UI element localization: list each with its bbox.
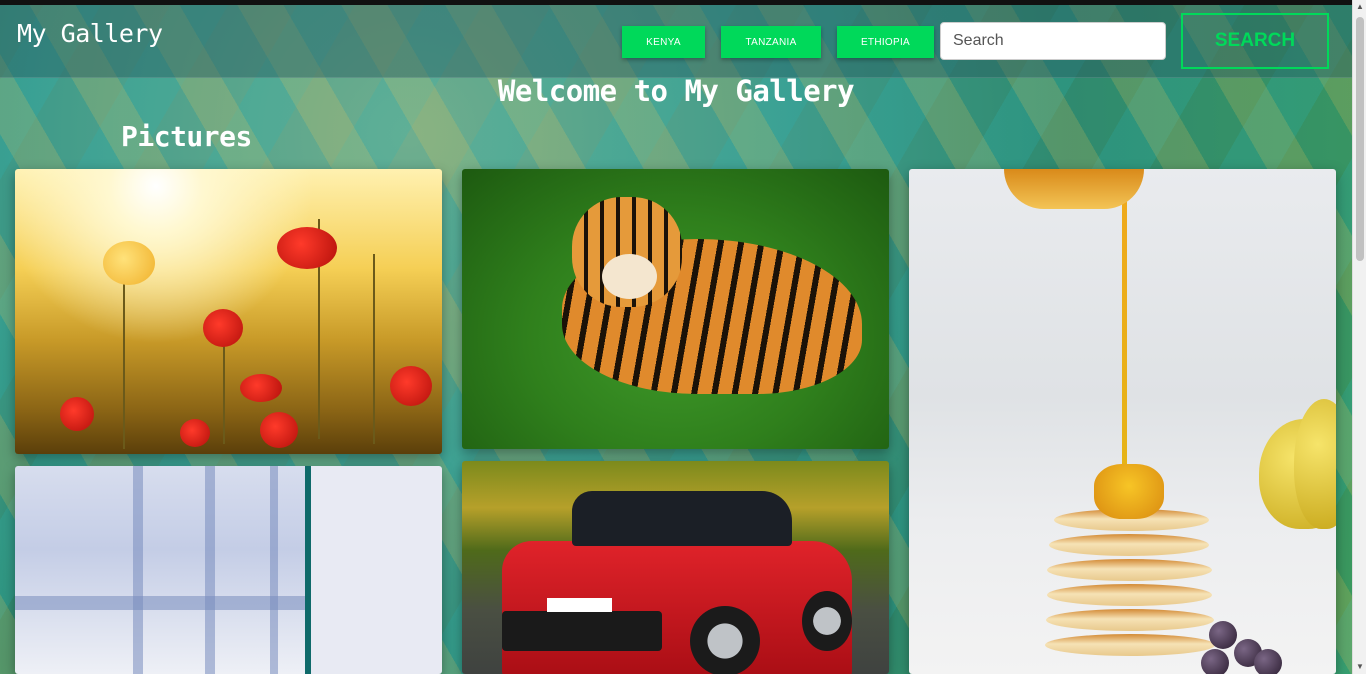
ethiopia-button[interactable]: ETHIOPIA (837, 26, 934, 58)
scroll-up-icon[interactable]: ▲ (1353, 0, 1366, 14)
search-input[interactable] (940, 22, 1166, 60)
brand-title[interactable]: My Gallery (17, 19, 163, 48)
scroll-down-icon[interactable]: ▼ (1353, 660, 1366, 674)
gallery-image-pancakes[interactable] (909, 169, 1336, 674)
gallery-image-window[interactable] (15, 466, 442, 674)
gallery-image-car[interactable] (462, 461, 889, 674)
scrollbar-thumb[interactable] (1356, 17, 1364, 261)
section-title: Pictures (121, 120, 252, 153)
gallery-image-poppies[interactable] (15, 169, 442, 454)
kenya-button[interactable]: KENYA (622, 26, 705, 58)
vertical-scrollbar[interactable]: ▲ ▼ (1352, 0, 1366, 674)
search-button[interactable]: SEARCH (1181, 13, 1329, 69)
page-title: Welcome to My Gallery (497, 74, 855, 108)
tanzania-button[interactable]: TANZANIA (721, 26, 821, 58)
gallery-image-tiger[interactable] (462, 169, 889, 449)
navbar: My Gallery KENYA TANZANIA ETHIOPIA SEARC… (0, 5, 1352, 78)
